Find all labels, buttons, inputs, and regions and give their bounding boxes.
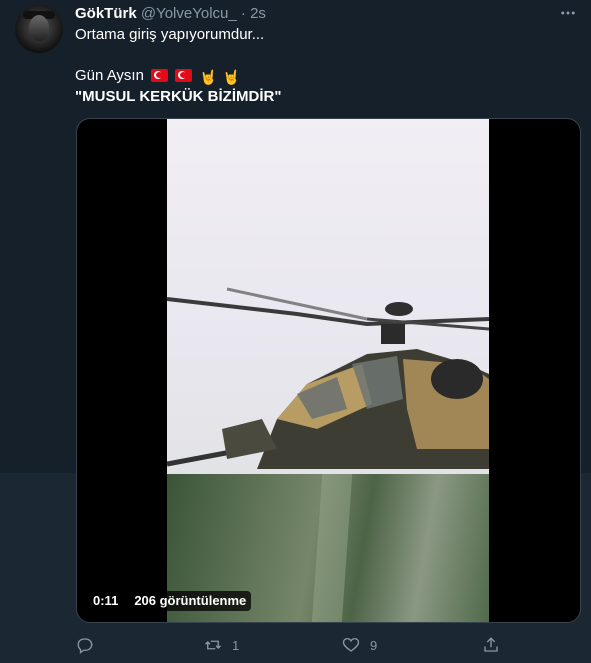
tweet-text-line-2-label: Gün Aysın [75, 67, 144, 84]
retweet-button[interactable]: 1 [204, 636, 239, 654]
retweet-icon [205, 640, 221, 650]
video-player[interactable]: 0:11 206 görüntülenme [76, 118, 581, 623]
share-icon [484, 637, 498, 652]
like-count: 9 [370, 637, 378, 653]
video-duration: 0:11 [88, 591, 124, 611]
tweet-header: GökTürk @YolveYolcu_ · 2s [75, 5, 551, 23]
tweet-text-line-3: "MUSUL KERKÜK BİZİMDİR" [75, 88, 282, 105]
tweet-text-line-2: Gün Aysın 🤘 🤘 [75, 66, 241, 86]
header-separator: · [240, 5, 246, 22]
video-view-count: 206 görüntülenme [129, 591, 252, 611]
reply-button[interactable] [76, 636, 104, 654]
tweet-timestamp[interactable]: 2s [250, 5, 266, 22]
share-button[interactable] [482, 636, 510, 654]
avatar[interactable] [15, 5, 63, 53]
tweet-text-line-1: Ortama giriş yapıyorumdur... [75, 26, 265, 43]
turkish-flag-icon [151, 69, 169, 82]
heart-icon [342, 637, 360, 652]
avatar-face [29, 15, 49, 41]
more-options-icon[interactable] [557, 4, 579, 24]
like-button[interactable]: 9 [342, 636, 377, 654]
sign-of-horns-icon: 🤘 [199, 69, 217, 85]
author-handle[interactable]: @YolveYolcu_ [141, 5, 237, 22]
tweet-actions: 1 9 [76, 636, 516, 658]
turkish-flag-icon [175, 69, 193, 82]
helicopter-image [167, 287, 489, 469]
reply-icon [77, 638, 93, 654]
retweet-count: 1 [232, 637, 240, 653]
author-name[interactable]: GökTürk [75, 5, 137, 22]
sign-of-horns-icon: 🤘 [222, 69, 241, 85]
video-frame[interactable] [167, 119, 489, 622]
video-overlay: 0:11 206 görüntülenme [88, 591, 252, 611]
